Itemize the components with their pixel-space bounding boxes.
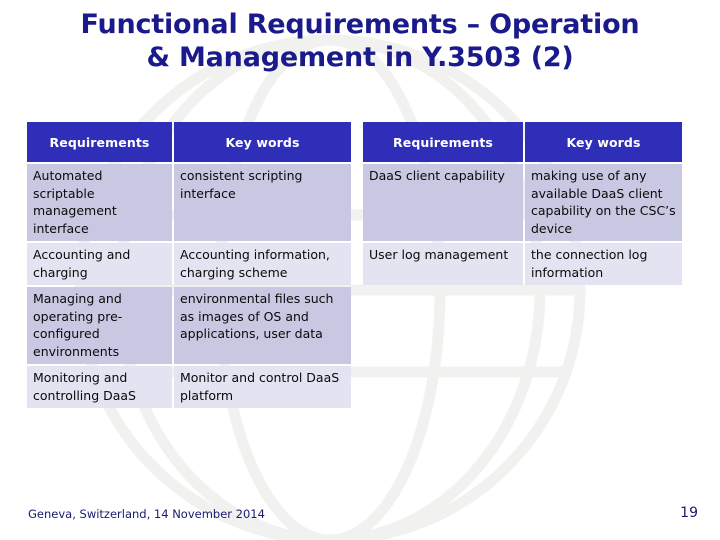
cell-key-words: Accounting information, charging scheme [174,243,351,285]
table-header-row: Requirements Key words [363,122,682,162]
column-header-requirements: Requirements [363,122,523,162]
footer-location-date: Geneva, Switzerland, 14 November 2014 [28,507,265,521]
requirements-table-right: Requirements Key words DaaS client capab… [361,120,684,287]
column-header-requirements: Requirements [27,122,172,162]
page-title: Functional Requirements – Operation & Ma… [18,8,702,74]
cell-key-words: the connection log information [525,243,682,285]
cell-requirement: DaaS client capability [363,164,523,241]
table-header-row: Requirements Key words [27,122,351,162]
cell-key-words: consistent scripting interface [174,164,351,241]
table-row: Automated scriptable management interfac… [27,164,351,241]
cell-key-words: making use of any available DaaS client … [525,164,682,241]
cell-key-words: Monitor and control DaaS platform [174,366,351,408]
table-row: Managing and operating pre-configured en… [27,287,351,364]
cell-requirement: Managing and operating pre-configured en… [27,287,172,364]
column-header-key-words: Key words [525,122,682,162]
page-title-line-1: Functional Requirements – Operation [80,9,640,40]
requirements-table-left: Requirements Key words Automated scripta… [25,120,353,410]
column-header-key-words: Key words [174,122,351,162]
page-number: 19 [680,505,698,521]
cell-requirement: Automated scriptable management interfac… [27,164,172,241]
cell-requirement: Monitoring and controlling DaaS [27,366,172,408]
cell-key-words: environmental files such as images of OS… [174,287,351,364]
table-row: Monitoring and controlling DaaS Monitor … [27,366,351,408]
cell-requirement: User log management [363,243,523,285]
table-row: Accounting and charging Accounting infor… [27,243,351,285]
cell-requirement: Accounting and charging [27,243,172,285]
table-row: DaaS client capability making use of any… [363,164,682,241]
page-title-line-2: & Management in Y.3503 (2) [146,42,574,73]
table-row: User log management the connection log i… [363,243,682,285]
